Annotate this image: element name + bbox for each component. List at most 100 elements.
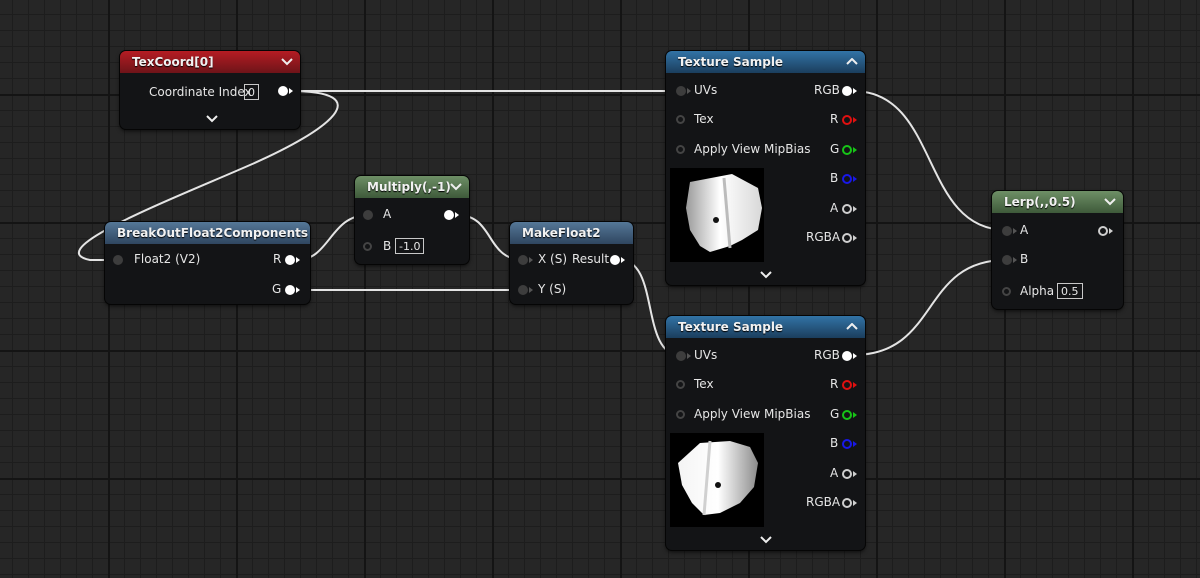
node-texture-sample-1[interactable]: Texture Sample UVs RGB Tex R Apply View …	[666, 51, 865, 285]
mipbias-input-pin[interactable]	[676, 145, 685, 154]
rgb-output-pin[interactable]	[842, 86, 852, 96]
g-output-label: G	[830, 142, 840, 156]
expand-chevron-icon[interactable]	[760, 536, 772, 544]
lerp-b-label: B	[1020, 252, 1029, 266]
lerp-b-input-pin[interactable]	[1002, 255, 1012, 265]
input-arrow-icon	[529, 257, 533, 263]
node-breakout-title: BreakOutFloat2Components	[117, 226, 308, 240]
mipbias-label: Apply View MipBias	[694, 142, 811, 156]
expand-chevron-icon[interactable]	[206, 115, 218, 123]
rgba-output-pin[interactable]	[842, 498, 852, 508]
node-lerp-title: Lerp(,,0.5)	[1004, 195, 1076, 209]
tex-label: Tex	[694, 112, 714, 126]
node-makefloat2[interactable]: MakeFloat2 X (S) Result Y (S)	[510, 222, 633, 304]
alpha-value-input[interactable]: 0.5	[1057, 283, 1083, 299]
mipbias-input-pin[interactable]	[676, 410, 685, 419]
result-output-label: Result	[572, 252, 610, 266]
texcoord-output-pin[interactable]	[278, 86, 288, 96]
node-lerp-header[interactable]: Lerp(,,0.5)	[992, 191, 1123, 213]
multiply-b-label: B	[383, 239, 392, 253]
coordinate-index-input[interactable]: 0	[244, 84, 259, 100]
output-arrow-icon	[853, 441, 857, 447]
node-multiply-header[interactable]: Multiply(,-1)	[355, 176, 469, 198]
node-tex2-header[interactable]: Texture Sample	[666, 316, 865, 338]
node-texture-sample-2[interactable]: Texture Sample UVs RGB Tex R Apply View …	[666, 316, 865, 550]
a-output-pin[interactable]	[842, 204, 852, 214]
multiply-output-pin[interactable]	[444, 210, 454, 220]
output-arrow-icon	[853, 147, 857, 153]
chevron-down-icon[interactable]	[1103, 191, 1117, 213]
multiply-b-input-pin[interactable]	[363, 242, 372, 251]
uvs-label: UVs	[694, 83, 718, 97]
rgba-output-label: RGBA	[806, 230, 841, 244]
lerp-output-pin[interactable]	[1098, 226, 1108, 236]
g-output-pin[interactable]	[285, 285, 295, 295]
output-arrow-icon	[455, 212, 459, 218]
g-output-pin[interactable]	[842, 145, 852, 155]
r-output-label: R	[273, 252, 282, 266]
a-output-pin[interactable]	[842, 469, 852, 479]
uvs-input-pin[interactable]	[676, 351, 686, 361]
rgba-output-label: RGBA	[806, 495, 841, 509]
node-tex2-title: Texture Sample	[678, 320, 784, 334]
y-input-pin[interactable]	[518, 285, 528, 295]
b-output-pin[interactable]	[842, 439, 852, 449]
chevron-down-icon[interactable]	[280, 51, 294, 73]
output-arrow-icon	[296, 257, 300, 263]
texture-preview-1	[670, 168, 764, 262]
coordinate-index-label: Coordinate Index	[149, 85, 252, 99]
node-texcoord-title: TexCoord[0]	[132, 55, 214, 69]
rgb-output-label: RGB	[814, 83, 840, 97]
output-arrow-icon	[853, 88, 857, 94]
g-output-pin[interactable]	[842, 410, 852, 420]
multiply-b-value-input[interactable]: -1.0	[395, 238, 425, 254]
node-texcoord[interactable]: TexCoord[0] Coordinate Index 0	[120, 51, 300, 129]
mipbias-label: Apply View MipBias	[694, 407, 811, 421]
chevron-up-icon[interactable]	[845, 51, 859, 73]
uvs-input-pin[interactable]	[676, 86, 686, 96]
node-breakout-float2[interactable]: BreakOutFloat2Components Float2 (V2) R G	[105, 222, 310, 304]
input-arrow-icon	[529, 287, 533, 293]
multiply-a-input-pin[interactable]	[363, 210, 373, 220]
r-output-label: R	[830, 112, 839, 126]
chevron-up-icon[interactable]	[845, 316, 859, 338]
chevron-down-icon[interactable]	[449, 176, 463, 198]
x-input-pin[interactable]	[518, 255, 528, 265]
node-tex1-header[interactable]: Texture Sample	[666, 51, 865, 73]
expand-chevron-icon[interactable]	[760, 271, 772, 279]
output-arrow-icon	[289, 88, 293, 94]
output-arrow-icon	[853, 235, 857, 241]
r-output-pin[interactable]	[285, 255, 295, 265]
texture-preview-2	[670, 433, 764, 527]
uvs-label: UVs	[694, 348, 718, 362]
b-output-label: B	[830, 436, 839, 450]
lerp-a-input-pin[interactable]	[1002, 226, 1012, 236]
r-output-pin[interactable]	[842, 115, 852, 125]
b-output-pin[interactable]	[842, 174, 852, 184]
rgb-output-pin[interactable]	[842, 351, 852, 361]
node-makefloat2-header[interactable]: MakeFloat2	[510, 222, 633, 244]
output-arrow-icon	[296, 287, 300, 293]
tex-input-pin[interactable]	[676, 380, 685, 389]
r-output-pin[interactable]	[842, 380, 852, 390]
output-arrow-icon	[1109, 228, 1113, 234]
g-output-label: G	[830, 407, 840, 421]
node-multiply[interactable]: Multiply(,-1) A B -1.0	[355, 176, 469, 264]
alpha-label: Alpha	[1020, 284, 1055, 298]
alpha-input-pin[interactable]	[1002, 287, 1011, 296]
float2-input-pin[interactable]	[113, 255, 123, 265]
a-output-label: A	[830, 466, 839, 480]
result-output-pin[interactable]	[610, 255, 620, 265]
y-input-label: Y (S)	[538, 282, 567, 296]
x-input-label: X (S)	[538, 252, 568, 266]
output-arrow-icon	[621, 257, 625, 263]
rgba-output-pin[interactable]	[842, 233, 852, 243]
output-arrow-icon	[853, 382, 857, 388]
node-multiply-title: Multiply(,-1)	[367, 180, 451, 194]
node-makefloat2-title: MakeFloat2	[522, 226, 601, 240]
node-lerp[interactable]: Lerp(,,0.5) A B Alpha 0.5	[992, 191, 1123, 309]
node-breakout-header[interactable]: BreakOutFloat2Components	[105, 222, 310, 244]
tex-input-pin[interactable]	[676, 115, 685, 124]
node-texcoord-header[interactable]: TexCoord[0]	[120, 51, 300, 73]
g-output-label: G	[272, 282, 282, 296]
